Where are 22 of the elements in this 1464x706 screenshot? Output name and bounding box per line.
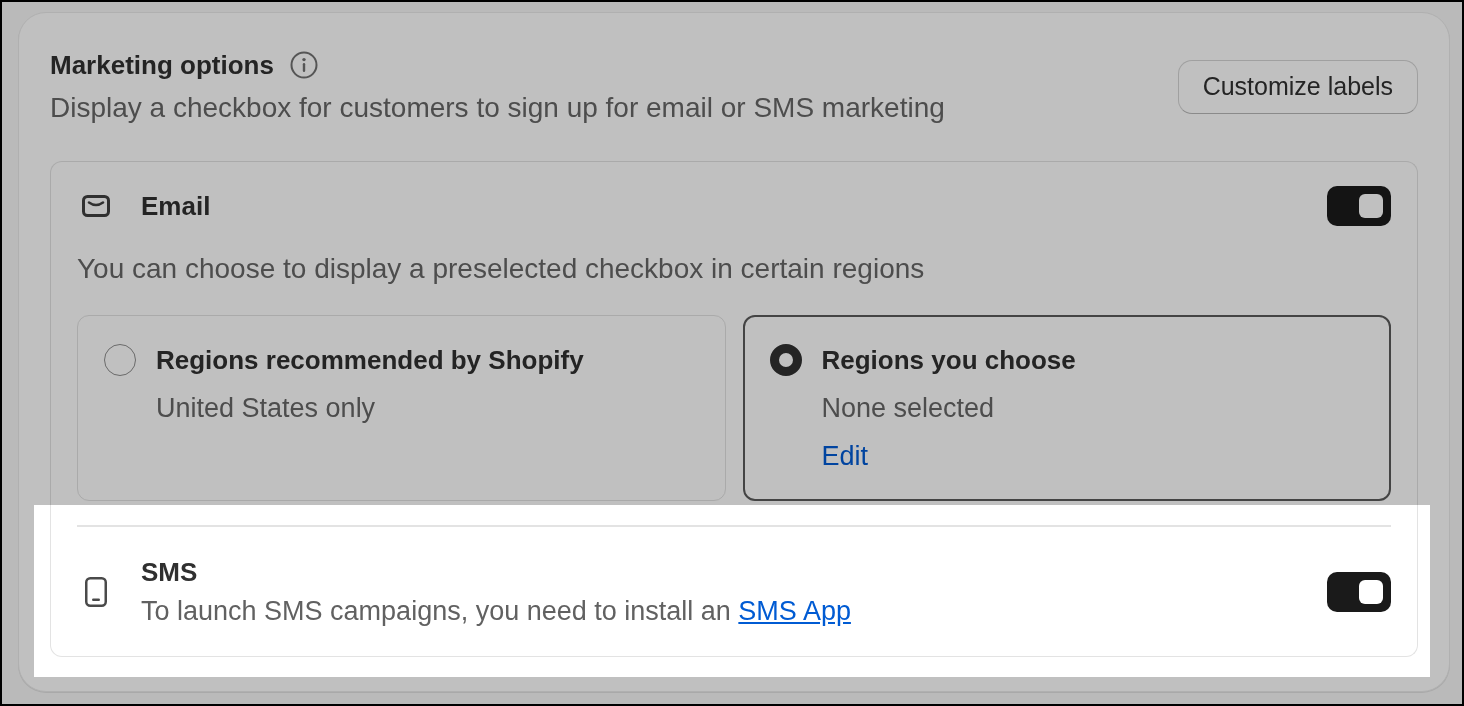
region-option-card[interactable]: Regions you choose None selected Edit (742, 315, 1391, 501)
option-detail: None selected (821, 392, 996, 425)
section-title: Marketing options (50, 49, 274, 82)
toggle-switch[interactable] (1327, 186, 1391, 226)
section-description: Display a checkbox for customers to sign up for email or SMS marketing (50, 91, 945, 125)
toggle-switch[interactable] (1327, 571, 1391, 612)
option-title: Regions you choose (821, 344, 1076, 377)
channel-label: Email (141, 190, 212, 223)
region-option-card[interactable]: Regions recommended by Shopify United States only (77, 315, 726, 501)
channel-description: To launch SMS campaigns, you need to install an SMS App (141, 595, 852, 628)
option-title: Regions recommended by Shopify (156, 344, 584, 377)
phone-icon (85, 576, 107, 607)
edit-link[interactable]: Edit (821, 438, 869, 474)
customize-labels-button[interactable]: Customize labels (1177, 59, 1418, 114)
channel-label: SMS (141, 556, 199, 589)
radio-button[interactable] (769, 344, 802, 376)
radio-button[interactable] (104, 344, 136, 376)
channel-note: You can choose to display a preselected checkbox in certain regions (77, 252, 926, 286)
envelope-icon (82, 195, 110, 217)
info-icon (289, 51, 318, 79)
sms-app-link[interactable]: SMS App (738, 596, 851, 626)
option-detail: United States only (156, 392, 377, 425)
